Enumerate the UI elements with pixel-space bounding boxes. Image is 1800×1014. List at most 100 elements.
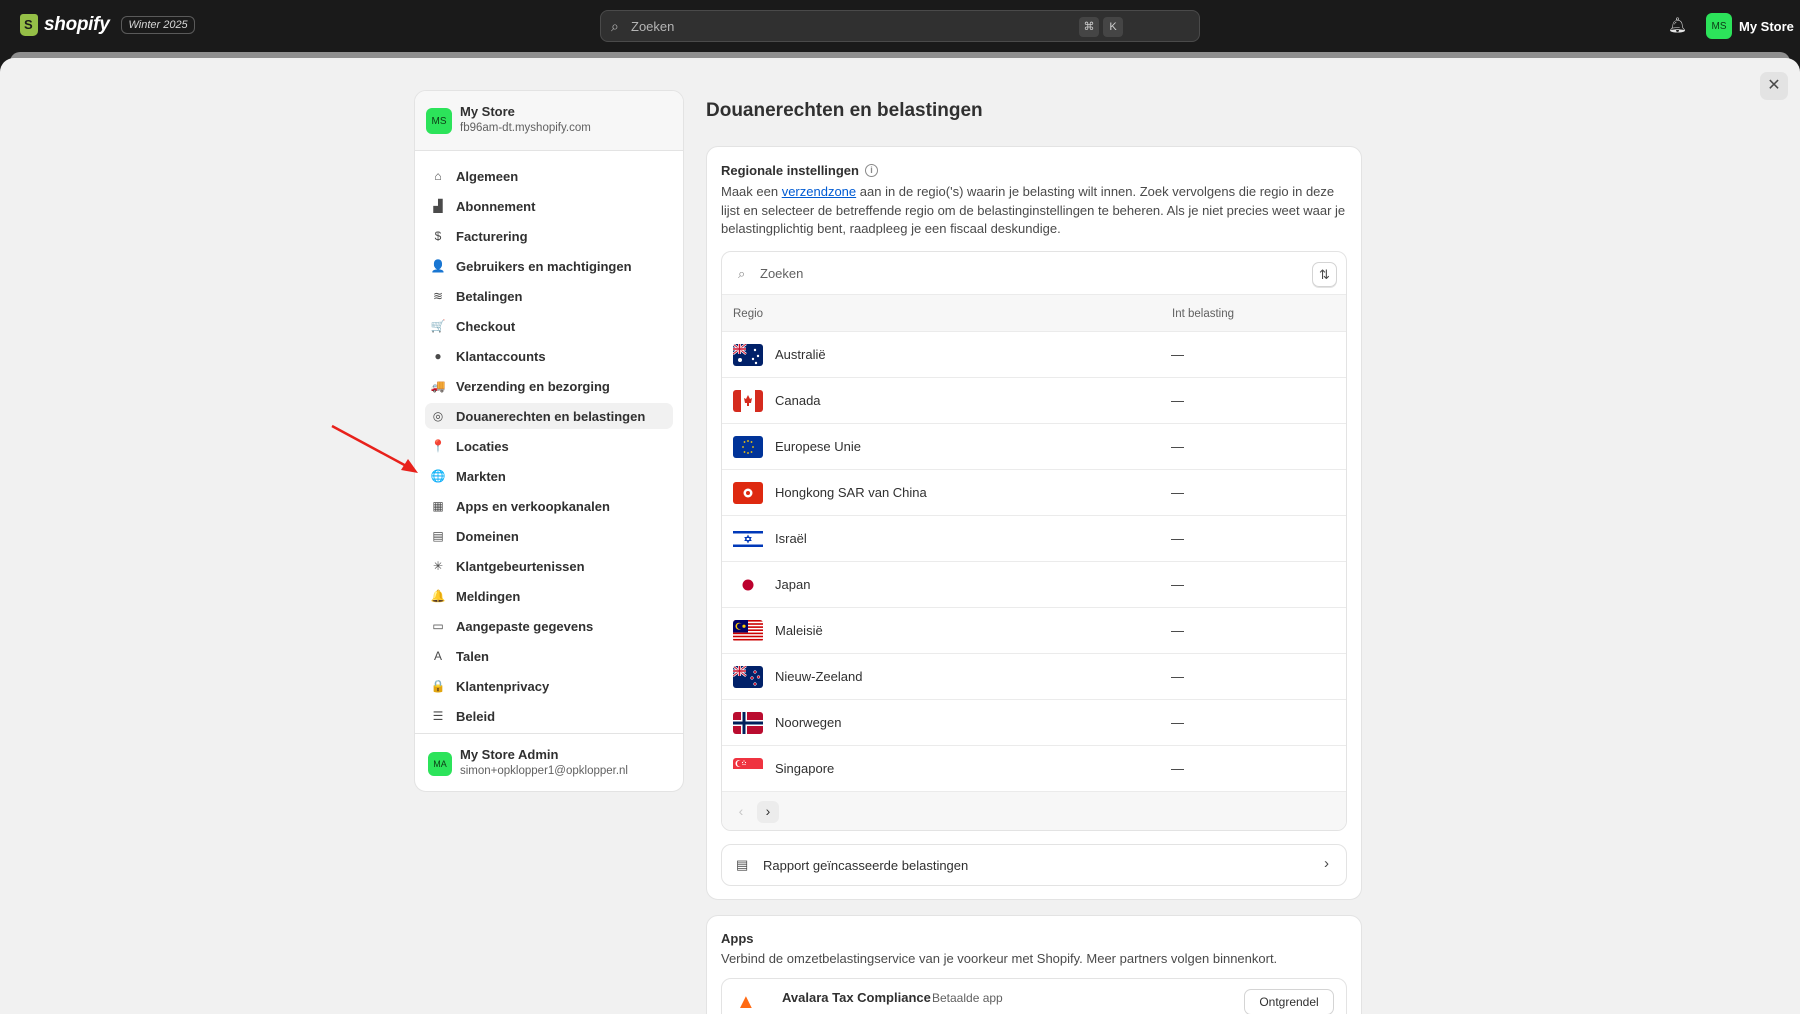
regional-settings-description: Maak een verzendzone aan in de regio('s)… — [721, 183, 1351, 239]
sg-flag-icon — [733, 758, 763, 780]
sidebar-item[interactable]: ▤ Domeinen — [425, 523, 673, 549]
settings-modal: ✕ MS My Store fb96am-dt.myshopify.com ⌂ A… — [0, 58, 1800, 1014]
person-icon: ● — [434, 349, 442, 363]
apps-icon: ▦ — [432, 499, 444, 513]
desc-text-start: Maak een — [721, 184, 782, 199]
table-row[interactable]: Europese Unie — — [722, 424, 1346, 470]
app-paid-badge: Betaalde app — [932, 991, 1003, 1005]
shortcut-cmd-key: ⌘ — [1079, 17, 1099, 37]
table-row[interactable]: Nieuw-Zeeland — — [722, 654, 1346, 700]
sort-icon: ⇅ — [1319, 267, 1330, 282]
close-settings-button[interactable]: ✕ — [1760, 72, 1788, 100]
sidebar-item[interactable]: 👤 Gebruikers en machtigingen — [425, 253, 673, 279]
search-placeholder: Zoeken — [631, 19, 675, 34]
report-icon: ▤ — [736, 857, 749, 872]
avalara-logo-icon: ▲ — [736, 991, 756, 1013]
shopify-logo[interactable]: shopify Winter 2025 — [20, 14, 195, 36]
table-row[interactable]: Hongkong SAR van China — — [722, 470, 1346, 516]
lock-icon: 🔒 — [430, 679, 446, 693]
table-row[interactable]: Noorwegen — — [722, 700, 1346, 746]
next-page-button[interactable]: › — [757, 801, 779, 823]
truck-icon: 🚚 — [430, 379, 446, 393]
sidebar-item-label: Klantaccounts — [456, 348, 546, 364]
sidebar-item[interactable]: 🛒 Checkout — [425, 313, 673, 339]
sidebar-item[interactable]: ◎ Douanerechten en belastingen — [425, 403, 673, 429]
sidebar-item[interactable]: 🌐 Markten — [425, 463, 673, 489]
sidebar-item-label: Betalingen — [456, 288, 523, 304]
previous-page-button[interactable]: ‹ — [730, 801, 752, 823]
shopify-bag-icon — [20, 14, 38, 36]
table-row[interactable]: Japan — — [722, 562, 1346, 608]
global-search-input[interactable]: ⌕ Zoeken ⌘ K — [600, 10, 1200, 42]
domain-icon: ▤ — [432, 529, 444, 543]
table-row[interactable]: Israël — — [722, 516, 1346, 562]
plan-icon: ▟ — [433, 199, 443, 213]
sidebar-item-label: Klantgebeurtenissen — [456, 558, 585, 574]
annotation-arrow — [331, 424, 418, 473]
jp-flag-icon — [733, 574, 763, 596]
ca-flag-icon — [733, 390, 763, 412]
regions-table: ⌕ Zoeken ⇅ Regio Int belasting Australië… — [721, 251, 1347, 831]
shipping-zone-link[interactable]: verzendzone — [782, 184, 856, 199]
region-tax-status: — — [1171, 577, 1184, 592]
edition-badge[interactable]: Winter 2025 — [121, 16, 195, 34]
region-name: Israël — [775, 531, 807, 546]
table-header: Regio Int belasting — [722, 294, 1346, 332]
admin-account[interactable]: MA My Store Admin simon+opklopper1@opklo… — [415, 733, 683, 791]
store-avatar: MS — [1706, 13, 1732, 39]
region-tax-status: — — [1171, 393, 1184, 408]
sidebar-item-label: Klantenprivacy — [456, 678, 550, 694]
collected-taxes-report-link[interactable]: ▤ Rapport geïncasseerde belastingen › — [721, 844, 1347, 886]
table-row[interactable]: Canada — — [722, 378, 1346, 424]
search-icon: ⌕ — [738, 266, 746, 281]
app-action-button[interactable]: Ontgrendel — [1244, 989, 1334, 1014]
table-row[interactable]: Australië — — [722, 332, 1346, 378]
sidebar-item[interactable]: ▟ Abonnement — [425, 193, 673, 219]
app-name: Avalara Tax Compliance — [782, 990, 931, 1005]
sidebar-item[interactable]: $ Facturering — [425, 223, 673, 249]
avalara-app-row[interactable]: ▲ Avalara Tax Compliance Betaalde app On… — [721, 978, 1347, 1014]
store-menu-label: My Store — [1739, 18, 1794, 34]
store-header[interactable]: MS My Store fb96am-dt.myshopify.com — [415, 91, 683, 151]
sort-button[interactable]: ⇅ — [1312, 262, 1337, 287]
users-icon: 👤 — [430, 259, 446, 273]
cursor-icon: ✳ — [432, 559, 444, 573]
top-bar: shopify Winter 2025 ⌕ Zoeken ⌘ K 🔔︎ MS M… — [0, 0, 1800, 52]
admin-avatar: MA — [428, 752, 452, 776]
region-tax-status: — — [1171, 623, 1184, 638]
region-name: Japan — [775, 577, 811, 592]
regions-search-input[interactable]: ⌕ Zoeken ⇅ — [722, 252, 1346, 294]
table-row[interactable]: Singapore — — [722, 746, 1346, 792]
il-flag-icon — [733, 528, 763, 550]
sidebar-item-label: Locaties — [456, 438, 509, 454]
sidebar-item[interactable]: 🚚 Verzending en bezorging — [425, 373, 673, 399]
info-icon[interactable]: i — [864, 164, 878, 177]
search-icon: ⌕ — [611, 18, 619, 34]
sidebar-item[interactable]: ☰ Beleid — [425, 703, 673, 729]
sidebar-item[interactable]: ▭ Aangepaste gegevens — [425, 613, 673, 639]
regional-settings-title: Regionale instellingen — [721, 163, 859, 178]
region-name: Canada — [775, 393, 821, 408]
sidebar-item[interactable]: ⌂ Algemeen — [425, 163, 673, 189]
sidebar-item[interactable]: ▦ Apps en verkoopkanalen — [425, 493, 673, 519]
region-name: Noorwegen — [775, 715, 842, 730]
sidebar-item[interactable]: 🔒 Klantenprivacy — [425, 673, 673, 699]
sidebar-item-label: Gebruikers en machtigingen — [456, 258, 632, 274]
sidebar-item[interactable]: ≋ Betalingen — [425, 283, 673, 309]
region-name: Singapore — [775, 761, 835, 776]
sidebar-item[interactable]: ✳ Klantgebeurtenissen — [425, 553, 673, 579]
report-label: Rapport geïncasseerde belastingen — [763, 858, 969, 873]
store-name: My Store — [460, 104, 515, 119]
region-tax-status: — — [1171, 439, 1184, 454]
store-menu-button[interactable]: MS My Store — [1706, 13, 1794, 39]
region-tax-status: — — [1171, 531, 1184, 546]
sidebar-item[interactable]: A Talen — [425, 643, 673, 669]
nz-flag-icon — [733, 666, 763, 688]
regional-settings-heading: Regionale instellingen i — [721, 163, 878, 178]
region-tax-status: — — [1171, 485, 1184, 500]
notifications-bell-icon[interactable]: 🔔︎ — [1668, 16, 1687, 34]
sidebar-item[interactable]: ● Klantaccounts — [425, 343, 673, 369]
table-row[interactable]: Maleisië — — [722, 608, 1346, 654]
sidebar-item[interactable]: 🔔 Meldingen — [425, 583, 673, 609]
sidebar-item[interactable]: 📍 Locaties — [425, 433, 673, 459]
